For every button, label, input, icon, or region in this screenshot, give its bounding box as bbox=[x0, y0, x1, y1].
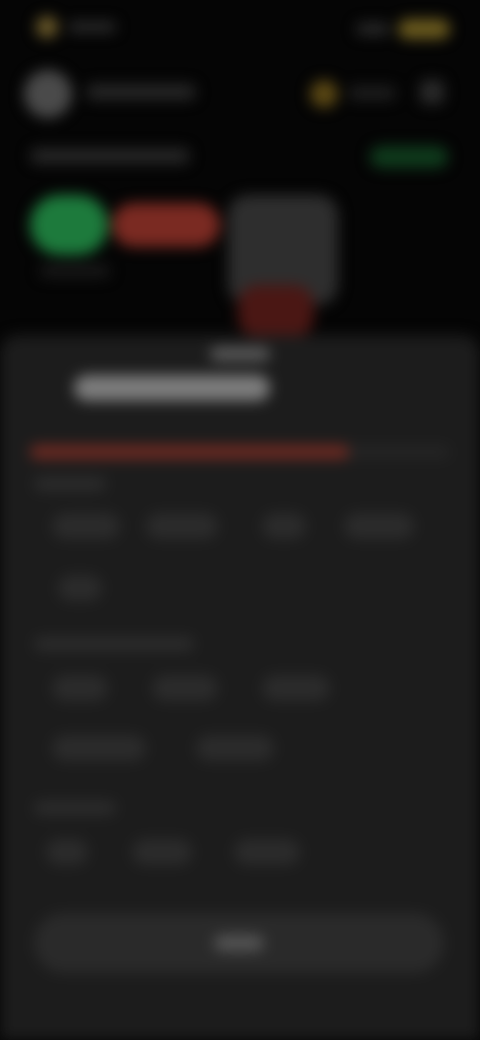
chip-option[interactable] bbox=[262, 675, 330, 701]
match-card-alt[interactable] bbox=[238, 285, 314, 337]
chip-option[interactable] bbox=[52, 675, 108, 701]
coin-icon bbox=[310, 80, 338, 108]
sheet-kicker bbox=[210, 347, 270, 361]
team-green-card[interactable] bbox=[30, 195, 108, 255]
strip-caption bbox=[40, 265, 110, 277]
signal-icon bbox=[356, 23, 390, 35]
chip-option[interactable] bbox=[196, 735, 274, 761]
group-label-3 bbox=[34, 801, 116, 815]
chip-option[interactable] bbox=[52, 735, 146, 761]
section-title bbox=[30, 148, 190, 164]
chip-option[interactable] bbox=[146, 513, 218, 539]
group-label-1 bbox=[34, 477, 106, 491]
chip-option[interactable] bbox=[52, 513, 120, 539]
status-text bbox=[68, 22, 116, 32]
bottom-sheet bbox=[0, 335, 480, 1040]
status-right bbox=[350, 18, 450, 40]
menu-icon[interactable] bbox=[420, 80, 444, 104]
sheet-title bbox=[74, 375, 270, 401]
progress-bar bbox=[30, 445, 450, 459]
team-red-card[interactable] bbox=[112, 203, 220, 247]
live-badge[interactable] bbox=[370, 146, 448, 168]
chip-option[interactable] bbox=[152, 675, 218, 701]
balance-value bbox=[348, 86, 396, 100]
status-bar bbox=[0, 0, 480, 56]
battery-icon bbox=[398, 19, 450, 39]
chip-option[interactable] bbox=[58, 575, 102, 601]
app-icon bbox=[36, 16, 58, 38]
group-label-2 bbox=[34, 637, 194, 651]
chip-option[interactable] bbox=[262, 513, 306, 539]
chip-option[interactable] bbox=[132, 839, 192, 865]
action-label bbox=[214, 935, 264, 951]
user-avatar[interactable] bbox=[24, 70, 72, 118]
header-title bbox=[86, 84, 196, 100]
score-strip bbox=[0, 195, 480, 340]
top-header bbox=[0, 60, 480, 130]
chip-option[interactable] bbox=[46, 839, 88, 865]
status-left bbox=[36, 16, 120, 38]
primary-action-button[interactable] bbox=[34, 913, 444, 973]
section-header bbox=[0, 138, 480, 178]
chip-option[interactable] bbox=[344, 513, 414, 539]
progress-fill bbox=[30, 445, 350, 459]
chip-option[interactable] bbox=[234, 839, 300, 865]
